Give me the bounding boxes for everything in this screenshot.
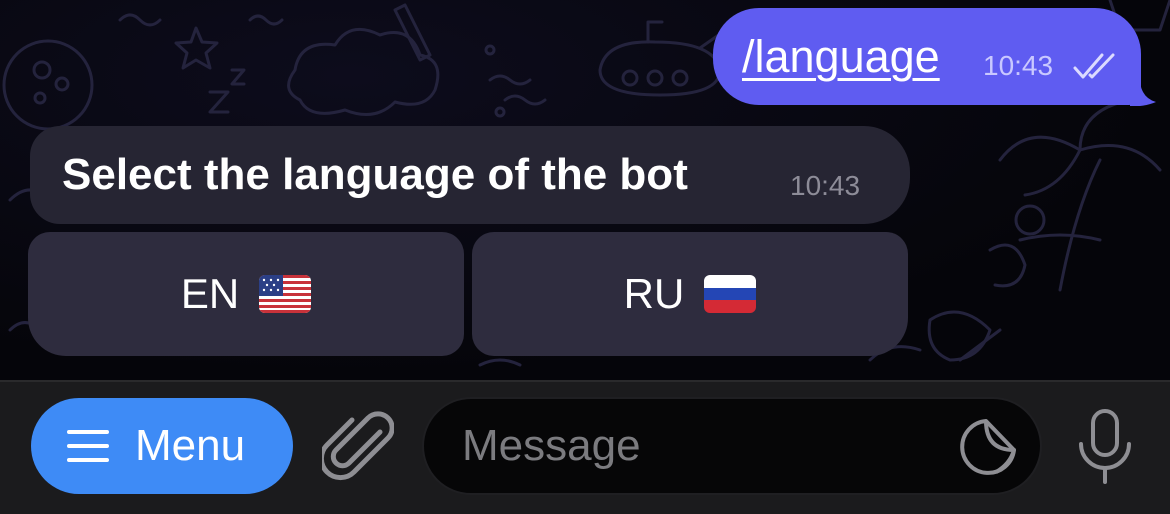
language-button-en[interactable]: EN: [28, 232, 464, 356]
double-check-icon: [1073, 53, 1115, 79]
language-button-ru[interactable]: RU: [472, 232, 908, 356]
us-flag-icon: [259, 275, 312, 313]
incoming-message-time: 10:43: [790, 170, 861, 201]
message-input-placeholder: Message: [462, 421, 641, 470]
sticker-icon[interactable]: [958, 416, 1020, 478]
outgoing-bubble-tail: [1130, 82, 1156, 106]
outgoing-command-link[interactable]: /language: [742, 30, 940, 84]
outgoing-message-time: 10:43: [983, 50, 1054, 81]
bot-menu-label: Menu: [135, 421, 246, 470]
microphone-icon[interactable]: [1074, 408, 1136, 486]
ru-flag-icon: [704, 275, 757, 313]
hamburger-icon: [67, 430, 109, 462]
incoming-message-text: Select the language of the bot: [62, 150, 688, 199]
telegram-chat-screen: /language 10:43 Select the language of t…: [0, 0, 1170, 514]
paperclip-icon[interactable]: [322, 410, 394, 486]
language-button-label: EN: [180, 270, 240, 317]
language-button-label: RU: [623, 270, 685, 317]
